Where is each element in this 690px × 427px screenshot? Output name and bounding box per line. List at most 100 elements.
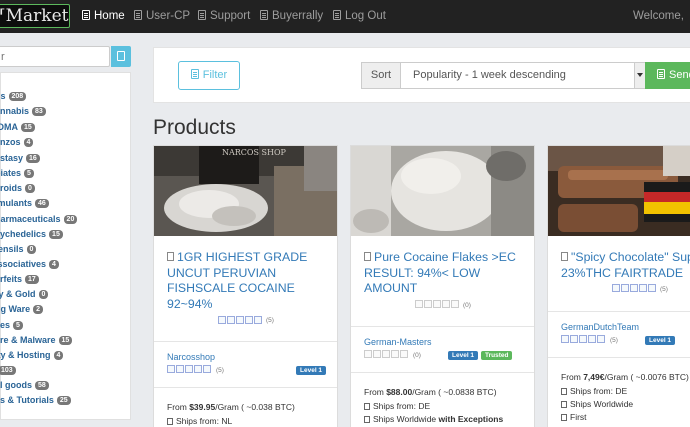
filter-button[interactable]: Filter xyxy=(178,61,240,90)
category-label: tensils xyxy=(0,244,24,254)
category-item[interactable]: ry & Gold0 xyxy=(0,288,49,300)
category-item[interactable]: erfeits17 xyxy=(0,273,39,285)
product-rating-count: (5) xyxy=(266,317,274,324)
category-count-badge: 0 xyxy=(26,245,37,254)
category-count-badge: 4 xyxy=(23,138,34,147)
divider xyxy=(548,357,690,358)
category-item[interactable]: issociatives 4 xyxy=(0,258,59,270)
category-label: issociatives xyxy=(0,259,47,269)
category-label: are & Malware xyxy=(0,335,56,345)
ships-from-text: Ships from: DE xyxy=(373,401,431,411)
brand-logo[interactable]: ⸢Market xyxy=(0,4,70,28)
category-item[interactable]: ces5 xyxy=(0,319,23,331)
product-title-text: 1GR HIGHEST GRADE UNCUT PERUVIAN FISHSCA… xyxy=(167,250,308,311)
category-count-badge: 15 xyxy=(49,230,63,239)
ships-to: Ships Worldwide with Exceptions xyxy=(364,414,503,424)
ships-to-exceptions: with Exceptions xyxy=(438,414,504,424)
category-count-badge: 103 xyxy=(0,366,16,375)
category-item[interactable]: gs208 xyxy=(0,90,27,102)
globe-icon xyxy=(364,416,370,423)
product-card: NARCOS SHOP 1GR HIGHEST GRADE UNCUT PERU… xyxy=(153,145,338,427)
search-button[interactable] xyxy=(111,46,131,67)
vendor-rating-stars xyxy=(167,365,212,374)
product-title[interactable]: 1GR HIGHEST GRADE UNCUT PERUVIAN FISHSCA… xyxy=(167,250,332,312)
category-item[interactable]: piates5 xyxy=(0,167,34,179)
nav-home[interactable]: Home xyxy=(82,0,125,33)
category-item[interactable]: IDMA15 xyxy=(0,121,35,133)
product-title-text: Pure Cocaine Flakes >EC RESULT: 94%< LOW… xyxy=(364,250,516,295)
support-icon xyxy=(198,10,206,20)
nav-user-cp[interactable]: User-CP xyxy=(134,0,190,33)
category-count-badge: 58 xyxy=(35,381,49,390)
category-item[interactable]: tensils0 xyxy=(0,243,37,255)
shipping-icon xyxy=(561,414,567,421)
search-icon xyxy=(117,51,125,61)
sort-select[interactable]: Popularity - 1 week descending xyxy=(400,62,646,89)
category-count-badge: 15 xyxy=(58,336,73,345)
send-button[interactable]: Send xyxy=(645,62,690,89)
nav-support[interactable]: Support xyxy=(198,0,250,33)
category-label: es & Tutorials xyxy=(0,395,54,405)
category-item[interactable]: 103 xyxy=(0,364,16,376)
product-title[interactable]: Pure Cocaine Flakes >EC RESULT: 94%< LOW… xyxy=(364,250,529,297)
vendor-rating-count: (0) xyxy=(413,352,421,359)
category-count-badge: 4 xyxy=(53,351,64,360)
search-input[interactable] xyxy=(0,46,110,67)
product-rating-stars xyxy=(218,316,263,325)
category-count-badge: 17 xyxy=(25,275,39,284)
category-item[interactable]: enzos4 xyxy=(0,136,34,148)
category-item[interactable]: al goods58 xyxy=(0,379,49,391)
category-count-badge: 46 xyxy=(35,199,49,208)
category-count-badge: 4 xyxy=(49,260,59,269)
nav-user-cp-label: User-CP xyxy=(146,10,191,22)
category-count-badge: 15 xyxy=(21,123,35,132)
category-label: ry & Gold xyxy=(0,289,36,299)
ships-from-text: Ships from: DE xyxy=(570,386,628,396)
price-value: $39.95 xyxy=(189,402,216,412)
vendor-link[interactable]: German-Masters xyxy=(364,337,432,347)
product-image[interactable] xyxy=(351,146,534,236)
nav-logout[interactable]: Log Out xyxy=(333,0,386,33)
product-title-text: "Spicy Chocolate" Sup Hash 23%THC FAIRTR… xyxy=(561,250,690,280)
top-navbar: ⸢Market Home User-CP Support Buyerrally … xyxy=(0,0,690,33)
product-image[interactable] xyxy=(548,146,690,236)
category-count-badge: 5 xyxy=(13,321,23,330)
category-count-badge: 83 xyxy=(32,107,46,116)
category-item[interactable]: annabis83 xyxy=(0,105,46,117)
category-label: ity & Hosting xyxy=(0,350,51,360)
user-icon xyxy=(134,10,142,20)
product-title[interactable]: "Spicy Chocolate" Sup Hash 23%THC FAIRTR… xyxy=(561,250,690,281)
category-item[interactable]: es & Tutorials 25 xyxy=(0,394,71,406)
category-item[interactable]: eroids0 xyxy=(0,182,35,194)
category-label: enzos xyxy=(0,137,21,147)
category-item[interactable]: ng Ware2 xyxy=(0,303,44,315)
category-sidebar: gs208 annabis83 IDMA15 enzos4 cstasy16 p… xyxy=(0,72,131,420)
sort-select-value: Popularity - 1 week descending xyxy=(413,69,566,81)
price-value: $88.00 xyxy=(386,387,413,397)
product-icon xyxy=(167,252,174,261)
price-value: 7,49€ xyxy=(583,372,605,382)
category-item[interactable]: imulants46 xyxy=(0,197,49,209)
category-count-badge: 5 xyxy=(24,169,34,178)
forum-icon xyxy=(260,10,268,20)
category-label: ces xyxy=(0,320,11,330)
category-item[interactable]: cstasy16 xyxy=(0,152,40,164)
divider xyxy=(548,311,690,312)
category-item[interactable]: ity & Hosting 4 xyxy=(0,349,64,361)
category-item[interactable]: sychedelics 15 xyxy=(0,228,63,240)
ships-class: First xyxy=(561,412,587,422)
category-item[interactable]: are & Malware 15 xyxy=(0,334,73,346)
price-suffix: /Gram ( ~0.0838 BTC) xyxy=(412,387,497,397)
nav-buyerrally[interactable]: Buyerrally xyxy=(260,0,323,33)
category-item[interactable]: harmaceuticals 20 xyxy=(0,213,78,225)
trusted-badge: Trusted xyxy=(481,351,513,360)
category-label: erfeits xyxy=(0,274,23,284)
price-prefix: From xyxy=(167,402,190,412)
price-prefix: From xyxy=(364,387,387,397)
divider xyxy=(154,387,337,388)
product-image[interactable]: NARCOS SHOP xyxy=(154,146,337,236)
vendor-link[interactable]: Narcosshop xyxy=(167,352,215,362)
vendor-rating-stars xyxy=(561,335,606,344)
nav-logout-label: Log Out xyxy=(345,10,386,22)
vendor-link[interactable]: GermanDutchTeam xyxy=(561,322,639,332)
